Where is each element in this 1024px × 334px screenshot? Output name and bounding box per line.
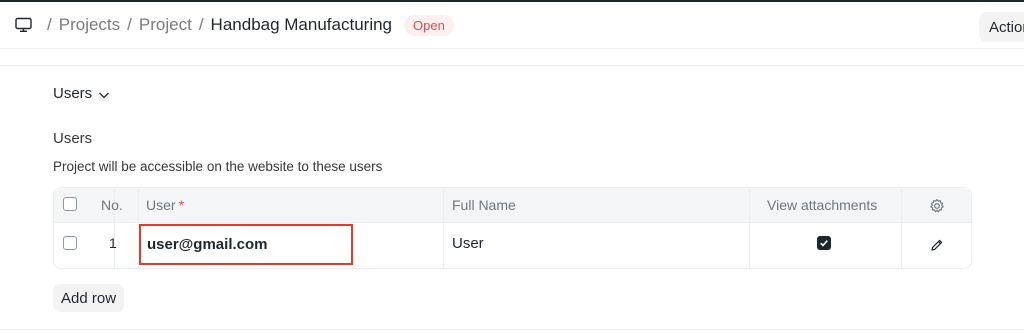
user-input[interactable]: user@gmail.com <box>139 224 353 265</box>
users-table: No. User * Full Name View attachments 1 … <box>53 187 972 269</box>
select-all-cell <box>63 197 77 211</box>
status-badge: Open <box>404 14 454 36</box>
breadcrumb-separator: / <box>198 15 204 34</box>
header-view-attachments: View attachments <box>767 197 878 213</box>
column-settings[interactable] <box>929 198 945 214</box>
breadcrumb-separator: / <box>47 15 52 34</box>
page-title: Handbag Manufacturing <box>210 15 393 34</box>
row-select-cell <box>63 236 77 250</box>
full-name-cell[interactable]: User <box>452 235 484 252</box>
view-attachments-cell <box>817 236 831 250</box>
actions-button[interactable]: Actions <box>979 12 1024 42</box>
users-field-description: Project will be accessible on the websit… <box>53 159 383 174</box>
gear-icon[interactable] <box>929 198 945 214</box>
breadcrumb-project[interactable]: Project <box>139 15 192 35</box>
column-divider <box>443 188 444 268</box>
users-section-toggle[interactable]: Users <box>53 85 110 102</box>
chevron-down-icon <box>99 92 110 98</box>
top-bar: / Projects / Project / Handbag Manufactu… <box>0 0 1024 49</box>
required-indicator: * <box>178 197 185 213</box>
column-divider <box>901 188 902 268</box>
add-row-button[interactable]: Add row <box>53 284 125 312</box>
pencil-icon[interactable] <box>930 238 944 252</box>
section-title: Users <box>53 85 93 102</box>
row-edit-cell <box>930 238 944 252</box>
bottom-divider <box>0 329 1024 330</box>
checkmark-icon <box>820 240 828 247</box>
header-full-name: Full Name <box>452 197 516 213</box>
desktop-icon[interactable] <box>15 17 32 33</box>
header-user: User * <box>146 197 184 213</box>
header-no: No. <box>101 197 123 213</box>
column-divider <box>749 188 750 268</box>
section-divider <box>0 65 1024 66</box>
row-checkbox[interactable] <box>63 236 77 250</box>
row-number: 1 <box>109 235 117 251</box>
breadcrumb-projects[interactable]: Projects <box>59 15 120 35</box>
users-field-label: Users <box>53 130 93 147</box>
view-attachments-checkbox[interactable] <box>817 236 831 250</box>
select-all-checkbox[interactable] <box>63 197 77 211</box>
breadcrumb-separator: / <box>127 15 132 34</box>
header-user-label: User <box>146 197 176 213</box>
